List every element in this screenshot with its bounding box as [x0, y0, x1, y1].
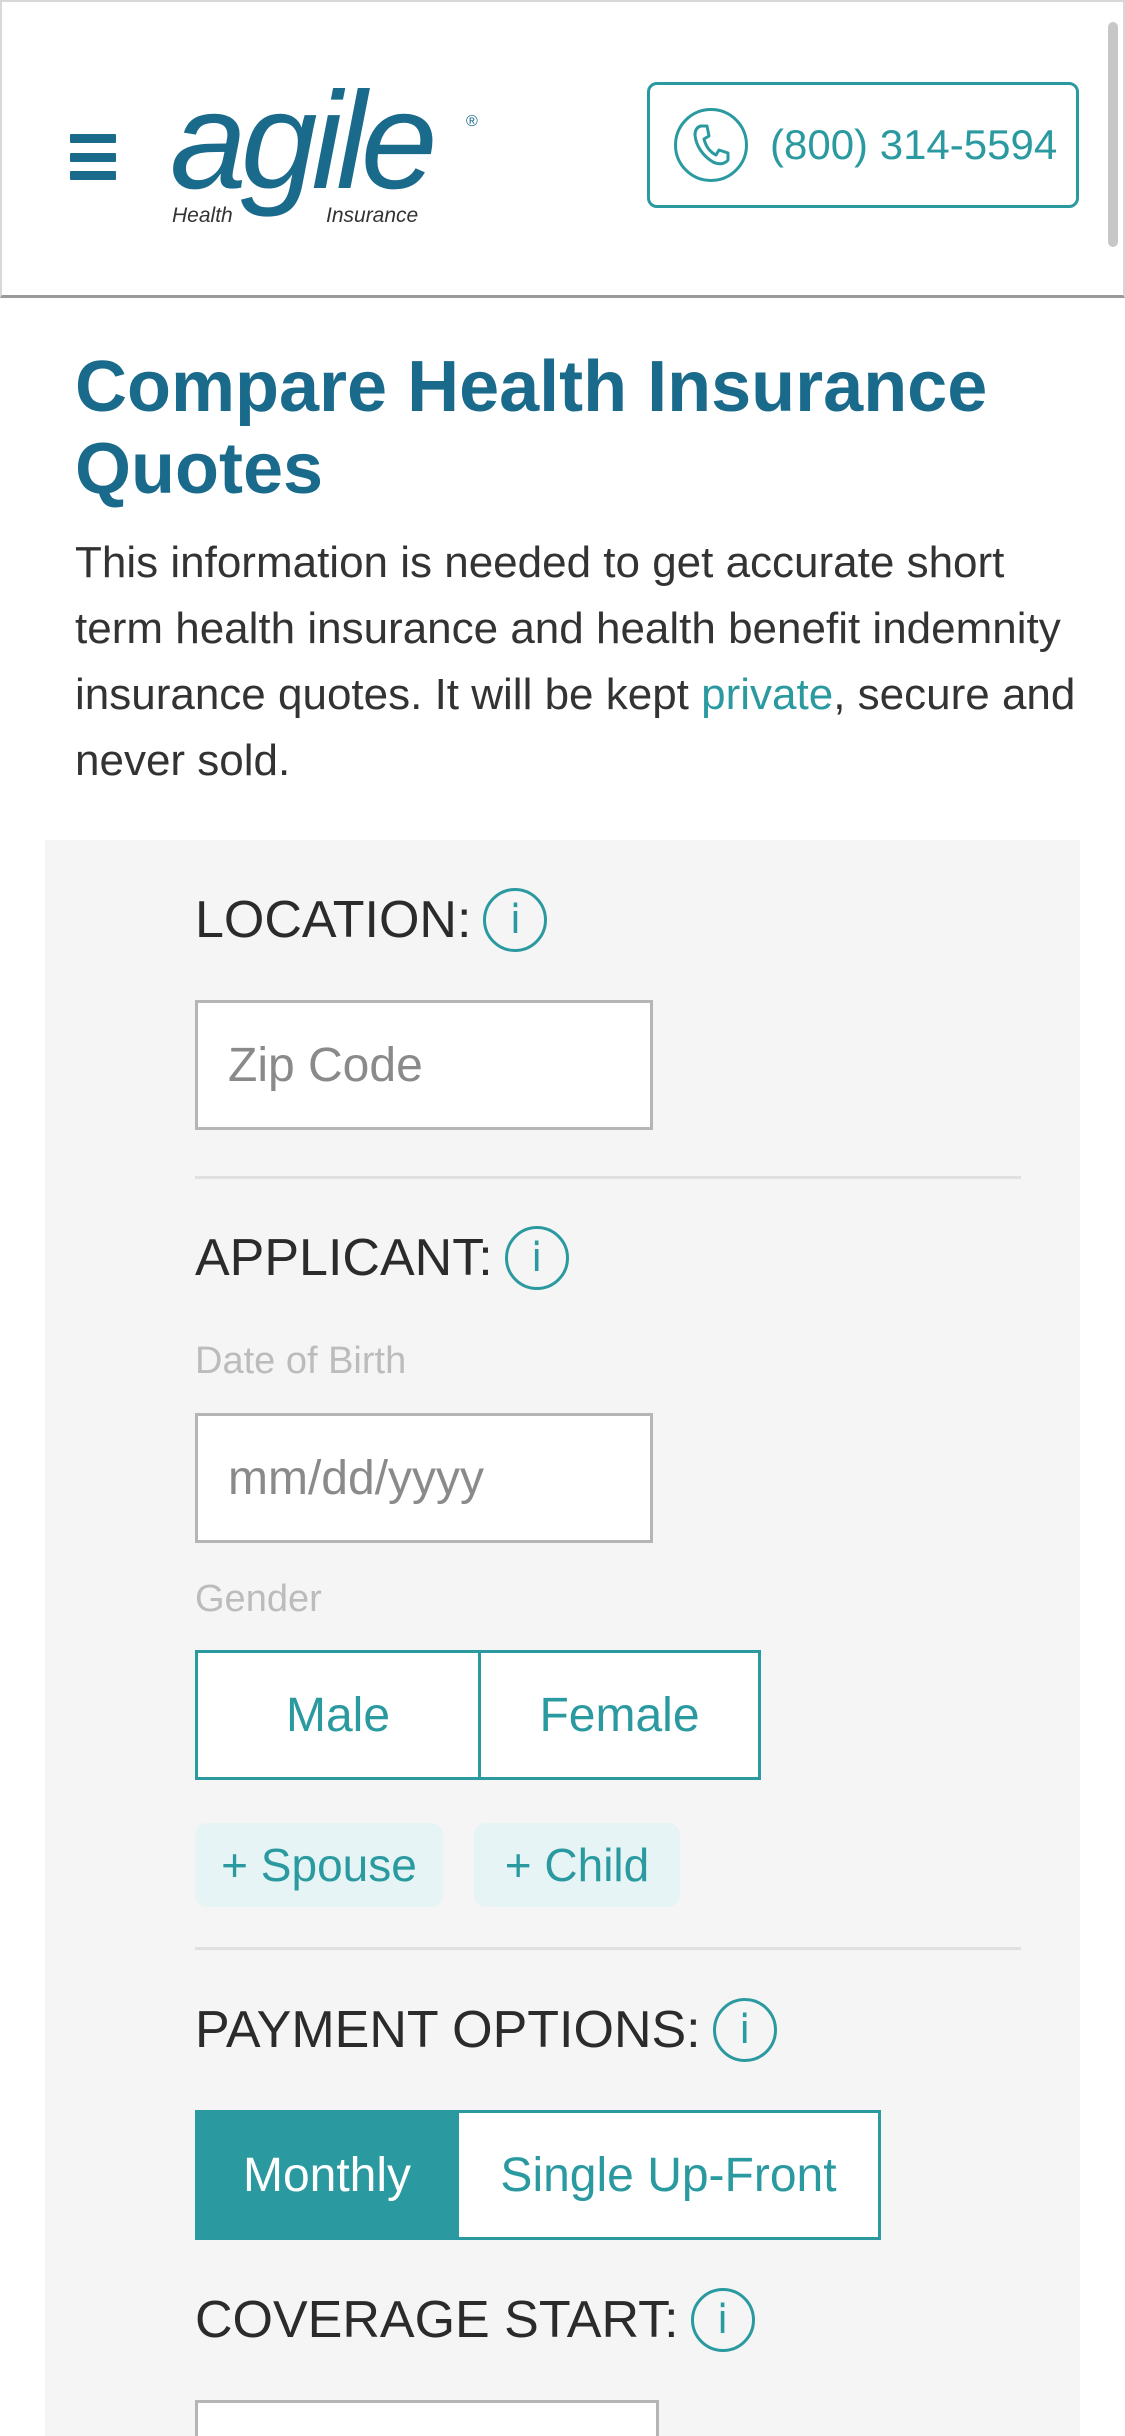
applicant-section-title: APPLICANT: i [195, 1226, 569, 1290]
gender-male-button[interactable]: Male [198, 1653, 478, 1777]
coverage-info-icon[interactable]: i [690, 2288, 755, 2352]
section-divider [195, 1176, 1021, 1179]
payment-title-text: PAYMENT OPTIONS: [195, 2001, 701, 2059]
zip-code-field[interactable] [195, 1000, 653, 1130]
quote-form-panel: LOCATION: i APPLICANT: i Date of Birth G… [45, 840, 1080, 2436]
phone-icon [674, 108, 748, 182]
payment-option-selector: Monthly Single Up-Front [195, 2110, 881, 2240]
applicant-title-text: APPLICANT: [195, 1229, 493, 1287]
coverage-title-text: COVERAGE START: [195, 2291, 679, 2349]
coverage-start-date-field[interactable] [195, 2400, 659, 2436]
location-info-icon[interactable]: i [483, 888, 548, 952]
logo-registered-mark: ® [466, 113, 478, 130]
zip-code-input[interactable] [228, 1037, 650, 1093]
page-title: Compare Health Insurance Quotes [75, 347, 988, 509]
intro-paragraph: This information is needed to get accura… [75, 530, 1085, 794]
gender-label: Gender [195, 1578, 322, 1620]
call-phone-button[interactable]: (800) 314-5594 [647, 82, 1079, 208]
gender-female-button[interactable]: Female [478, 1653, 758, 1777]
payment-info-icon[interactable]: i [712, 1998, 777, 2062]
date-of-birth-field[interactable] [195, 1413, 653, 1543]
scrollbar[interactable] [1108, 22, 1118, 247]
coverage-start-section-title: COVERAGE START: i [195, 2288, 755, 2352]
section-divider [195, 1947, 1021, 1950]
agile-health-insurance-logo[interactable]: agile ® Health Insurance [168, 70, 488, 240]
site-header: agile ® Health Insurance (800) 314-5594 [0, 0, 1125, 298]
logo-wordmark: agile [170, 70, 433, 218]
logo-sub-insurance: Insurance [326, 204, 418, 227]
dob-label: Date of Birth [195, 1340, 407, 1382]
date-of-birth-input[interactable] [228, 1450, 650, 1506]
privacy-link[interactable]: private [701, 670, 833, 719]
add-child-button[interactable]: + Child [474, 1823, 680, 1907]
payment-section-title: PAYMENT OPTIONS: i [195, 1998, 777, 2062]
payment-single-upfront-button[interactable]: Single Up-Front [456, 2113, 878, 2237]
add-spouse-button[interactable]: + Spouse [195, 1823, 443, 1907]
location-section-title: LOCATION: i [195, 888, 548, 952]
location-title-text: LOCATION: [195, 891, 472, 949]
logo-sub-health: Health [172, 204, 233, 227]
phone-number: (800) 314-5594 [770, 121, 1058, 168]
hamburger-menu-icon[interactable] [70, 134, 116, 180]
gender-selector: Male Female [195, 1650, 761, 1780]
applicant-info-icon[interactable]: i [504, 1226, 569, 1290]
payment-monthly-button[interactable]: Monthly [198, 2113, 456, 2237]
